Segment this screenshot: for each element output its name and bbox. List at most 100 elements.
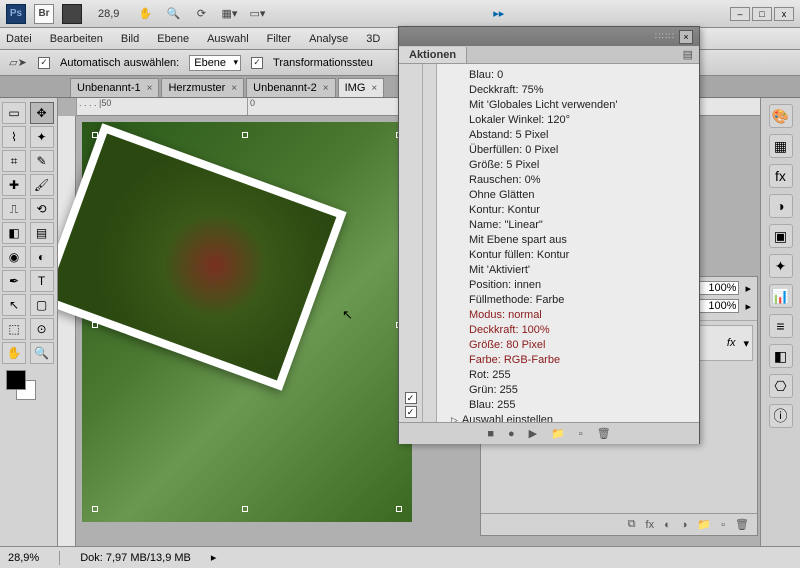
rotate-icon[interactable]: ⟳	[191, 4, 211, 24]
action-step[interactable]: Abstand: 5 Pixel	[443, 128, 693, 143]
actions-list[interactable]: Blau: 0Deckkraft: 75%Mit 'Globales Licht…	[437, 64, 699, 422]
status-doc-size[interactable]: Dok: 7,97 MB/13,9 MB	[80, 552, 191, 564]
new-action-icon[interactable]: ▫	[579, 428, 583, 440]
doc-tab-active[interactable]: IMG×	[338, 78, 385, 97]
grip-icon[interactable]: ∷∷∷	[655, 31, 675, 42]
fx-icon[interactable]: fx	[646, 519, 655, 531]
chevron-right-icon[interactable]: ▸	[211, 551, 217, 564]
menu-bild[interactable]: Bild	[121, 33, 139, 45]
bridge-icon[interactable]: Br	[34, 4, 54, 24]
3d-tool[interactable]: ⬚	[2, 318, 26, 340]
action-step[interactable]: Blau: 0	[443, 68, 693, 83]
menu-auswahl[interactable]: Auswahl	[207, 33, 249, 45]
screen-icon[interactable]: ▭▾	[247, 4, 267, 24]
action-step[interactable]: Mit Ebene spart aus	[443, 233, 693, 248]
panel-menu-icon[interactable]: ▤	[677, 48, 699, 61]
close-button[interactable]: x	[774, 7, 794, 21]
action-step[interactable]: Kontur füllen: Kontur	[443, 248, 693, 263]
transform-handle[interactable]	[396, 506, 402, 512]
action-step[interactable]: Farbe: RGB-Farbe	[443, 353, 693, 368]
menu-bearbeiten[interactable]: Bearbeiten	[50, 33, 103, 45]
maximize-button[interactable]: □	[752, 7, 772, 21]
3d-cam-tool[interactable]: ⊙	[30, 318, 54, 340]
hand-tool[interactable]: ✋	[2, 342, 26, 364]
auto-select-dropdown[interactable]: Ebene	[189, 55, 241, 71]
adjust-icon[interactable]: ◑	[681, 519, 688, 531]
action-step[interactable]: Rauschen: 0%	[443, 173, 693, 188]
nav-panel-icon[interactable]: ✦	[769, 254, 793, 278]
heal-tool[interactable]: ✚	[2, 174, 26, 196]
play-icon[interactable]: ▶	[529, 427, 537, 440]
gradient-tool[interactable]: ▤	[30, 222, 54, 244]
action-step[interactable]: Deckkraft: 100%	[443, 323, 693, 338]
action-checkbox[interactable]: ✓	[405, 406, 417, 418]
move-tool-icon[interactable]: ▱➤	[8, 53, 28, 73]
dodge-tool[interactable]: ◐	[30, 246, 54, 268]
color-panel-icon[interactable]: 🎨	[769, 104, 793, 128]
transform-handle[interactable]	[242, 132, 248, 138]
action-checkbox[interactable]: ✓	[405, 392, 417, 404]
path-tool[interactable]: ↖	[2, 294, 26, 316]
marquee-tool[interactable]: ▭	[2, 102, 26, 124]
transform-checkbox[interactable]: ✓	[251, 57, 263, 69]
record-icon[interactable]: ●	[508, 428, 515, 440]
fx-badge[interactable]: fx	[727, 337, 736, 349]
expand-icon[interactable]: ▸▸	[493, 7, 504, 20]
menu-analyse[interactable]: Analyse	[309, 33, 348, 45]
layers-panel-icon[interactable]: ≡	[769, 314, 793, 338]
close-icon[interactable]: ×	[323, 83, 329, 94]
zoom-tool[interactable]: 🔍	[30, 342, 54, 364]
panel-close-button[interactable]: ×	[679, 30, 693, 44]
action-step[interactable]: Kontur: Kontur	[443, 203, 693, 218]
action-step[interactable]: Größe: 80 Pixel	[443, 338, 693, 353]
action-step[interactable]: Überfüllen: 0 Pixel	[443, 143, 693, 158]
doc-tab[interactable]: Herzmuster×	[161, 78, 244, 97]
link-icon[interactable]: ⧉	[628, 518, 636, 531]
action-step[interactable]: Position: innen	[443, 278, 693, 293]
document-canvas[interactable]: ↖	[82, 122, 412, 522]
styles-panel-icon[interactable]: fx	[769, 164, 793, 188]
brush-tool[interactable]: 🖌	[30, 174, 54, 196]
panel-titlebar[interactable]: ∷∷∷ ×	[399, 27, 699, 46]
photoshop-icon[interactable]: Ps	[6, 4, 26, 24]
masks-panel-icon[interactable]: ▣	[769, 224, 793, 248]
arrange-icon[interactable]: ▦▾	[219, 4, 239, 24]
action-step[interactable]: Ohne Glätten	[443, 188, 693, 203]
menu-ebene[interactable]: Ebene	[157, 33, 189, 45]
zoom-display[interactable]: 28,9	[98, 8, 119, 20]
transform-handle[interactable]	[92, 506, 98, 512]
blur-tool[interactable]: ◉	[2, 246, 26, 268]
action-step[interactable]: Lokaler Winkel: 120°	[443, 113, 693, 128]
group-icon[interactable]: 📁	[697, 518, 711, 531]
minimize-button[interactable]: –	[730, 7, 750, 21]
opacity-value[interactable]: 100%	[699, 281, 739, 295]
action-step-expandable[interactable]: ▷Auswahl einstellen	[443, 413, 693, 422]
status-zoom[interactable]: 28,9%	[8, 552, 39, 564]
action-step[interactable]: Blau: 255	[443, 398, 693, 413]
stop-icon[interactable]: ■	[487, 428, 494, 440]
channels-panel-icon[interactable]: ◧	[769, 344, 793, 368]
fg-color-swatch[interactable]	[6, 370, 26, 390]
close-icon[interactable]: ×	[147, 83, 153, 94]
shape-tool[interactable]: ▢	[30, 294, 54, 316]
wand-tool[interactable]: ✦	[30, 126, 54, 148]
eyedrop-tool[interactable]: ✎	[30, 150, 54, 172]
adjustments-panel-icon[interactable]: ◑	[769, 194, 793, 218]
menu-filter[interactable]: Filter	[267, 33, 291, 45]
move-tool[interactable]: ✥	[30, 102, 54, 124]
menu-datei[interactable]: Datei	[6, 33, 32, 45]
lasso-tool[interactable]: ⌇	[2, 126, 26, 148]
transform-handle[interactable]	[242, 506, 248, 512]
action-step[interactable]: Mit 'Globales Licht verwenden'	[443, 98, 693, 113]
pen-tool[interactable]: ✒	[2, 270, 26, 292]
close-icon[interactable]: ×	[231, 83, 237, 94]
transform-handle[interactable]	[92, 322, 98, 328]
paths-panel-icon[interactable]: ⎔	[769, 374, 793, 398]
trash-icon[interactable]: 🗑	[597, 427, 611, 440]
menu-3d[interactable]: 3D	[366, 33, 380, 45]
color-swatches[interactable]	[2, 370, 55, 406]
crop-tool[interactable]: ⌗	[2, 150, 26, 172]
swatches-panel-icon[interactable]: ▦	[769, 134, 793, 158]
action-step[interactable]: Größe: 5 Pixel	[443, 158, 693, 173]
action-step[interactable]: Rot: 255	[443, 368, 693, 383]
